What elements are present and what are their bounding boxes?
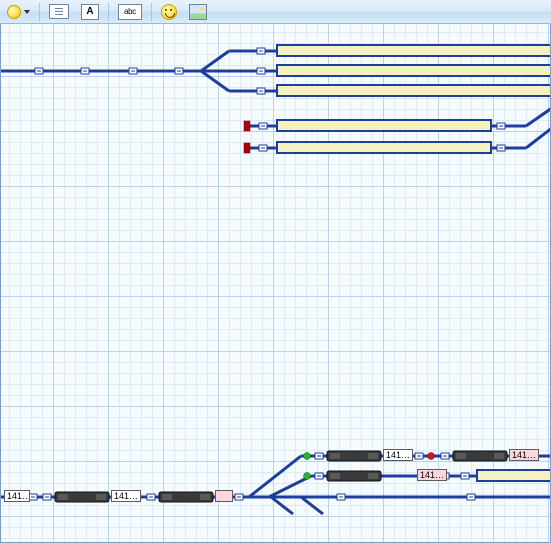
track-schematic: [1, 24, 551, 543]
app-window: A abc: [0, 0, 551, 543]
block-upper-4[interactable]: [277, 120, 491, 131]
smiley-icon: [161, 4, 177, 20]
block-lower-right[interactable]: [477, 470, 551, 481]
picture-icon: [189, 4, 207, 20]
locomotive-bottom-a[interactable]: [55, 492, 109, 502]
locomotive-upper-c[interactable]: [327, 471, 381, 481]
textbox-button[interactable]: [46, 2, 72, 22]
block-label[interactable]: 141…: [383, 449, 413, 461]
toolbar-separator: [108, 3, 109, 21]
canvas-viewport[interactable]: 141… 141… 141… 141… 141…: [0, 24, 551, 543]
text-frame-button[interactable]: A: [78, 2, 102, 22]
block-upper-3[interactable]: [277, 85, 551, 96]
locomotive-upper-a[interactable]: [327, 451, 381, 461]
yellow-circle-icon: [7, 5, 21, 19]
block-label-pink[interactable]: 141…: [417, 469, 447, 481]
block-label[interactable]: 141…: [111, 490, 141, 502]
block-upper-2[interactable]: [277, 65, 551, 76]
textbox-icon: [49, 4, 69, 19]
toolbar: A abc: [0, 0, 551, 24]
smiley-button[interactable]: [158, 2, 180, 22]
locomotive-bottom-b[interactable]: [159, 492, 213, 502]
abc-icon: abc: [118, 4, 142, 20]
locomotive-upper-b[interactable]: [453, 451, 507, 461]
picture-button[interactable]: [186, 2, 210, 22]
letter-a-icon: A: [81, 4, 99, 20]
block-label-pink[interactable]: [215, 490, 233, 502]
toolbar-separator: [39, 3, 40, 21]
chevron-down-icon: [24, 10, 30, 14]
block-upper-5[interactable]: [277, 142, 491, 153]
block-label[interactable]: 141…: [4, 490, 30, 502]
marker-dropdown-button[interactable]: [4, 2, 33, 22]
block-upper-1[interactable]: [277, 45, 551, 56]
block-label-pink[interactable]: 141…: [509, 449, 539, 461]
toolbar-separator: [151, 3, 152, 21]
abc-label-button[interactable]: abc: [115, 2, 145, 22]
